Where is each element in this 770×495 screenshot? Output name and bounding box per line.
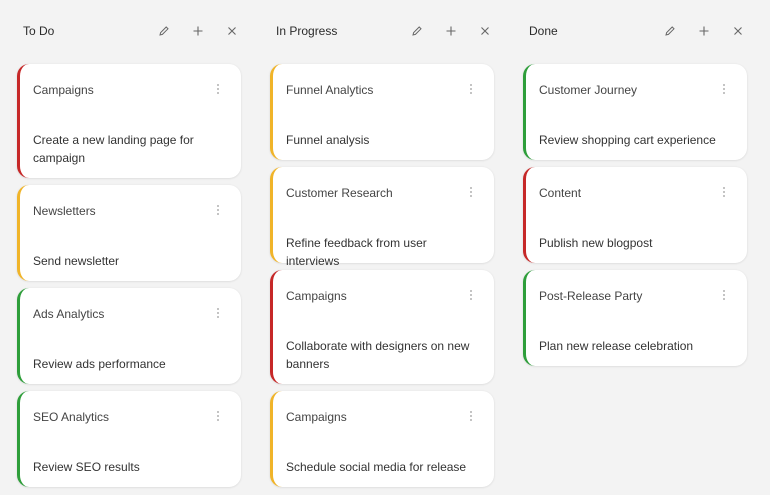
card-text: Review ads performance [33, 357, 166, 371]
more-vertical-icon [723, 84, 725, 94]
edit-column-button[interactable] [653, 17, 687, 45]
card-menu-button[interactable] [466, 185, 476, 199]
column-header: Done [529, 14, 755, 48]
card-menu-button[interactable] [466, 82, 476, 96]
card-text: Publish new blogpost [539, 236, 653, 250]
card-menu-button[interactable] [213, 203, 223, 217]
task-card[interactable]: Campaigns Collaborate with designers on … [270, 270, 494, 384]
card-menu-button[interactable] [466, 288, 476, 302]
card-category: Post-Release Party [539, 289, 643, 303]
column-title: Done [529, 24, 558, 38]
card-category: Funnel Analytics [286, 83, 374, 97]
close-icon [481, 27, 489, 35]
task-card[interactable]: Campaigns Schedule social media for rele… [270, 391, 494, 487]
card-category: Campaigns [33, 83, 94, 97]
card-text: Create a new landing page for campaign [33, 133, 194, 165]
card-menu-button[interactable] [719, 82, 729, 96]
card-menu-button[interactable] [213, 82, 223, 96]
card-menu-button[interactable] [719, 185, 729, 199]
card-text: Review shopping cart experience [539, 133, 716, 147]
remove-column-button[interactable] [215, 17, 249, 45]
task-card[interactable]: Post-Release Party Plan new release cele… [523, 270, 747, 366]
edit-column-button[interactable] [400, 17, 434, 45]
card-category: Customer Research [286, 186, 393, 200]
more-vertical-icon [470, 187, 472, 197]
more-vertical-icon [470, 411, 472, 421]
task-card[interactable]: Content Publish new blogpost [523, 167, 747, 263]
more-vertical-icon [723, 187, 725, 197]
card-category: Customer Journey [539, 83, 638, 97]
close-icon [734, 27, 742, 35]
remove-column-button[interactable] [468, 17, 502, 45]
more-vertical-icon [217, 308, 219, 318]
card-text: Review SEO results [33, 460, 140, 474]
pencil-icon [665, 26, 675, 36]
card-category: Campaigns [286, 410, 347, 424]
card-category: Content [539, 186, 582, 200]
card-category: Ads Analytics [33, 307, 105, 321]
plus-icon [699, 26, 709, 36]
close-icon [228, 27, 236, 35]
card-category: Newsletters [33, 204, 96, 218]
pencil-icon [159, 26, 169, 36]
task-card[interactable]: Newsletters Send newsletter [17, 185, 241, 281]
card-menu-button[interactable] [719, 288, 729, 302]
edit-column-button[interactable] [147, 17, 181, 45]
task-card[interactable]: Customer Journey Review shopping cart ex… [523, 64, 747, 160]
card-menu-button[interactable] [213, 409, 223, 423]
task-card[interactable]: Funnel Analytics Funnel analysis [270, 64, 494, 160]
plus-icon [193, 26, 203, 36]
card-text: Send newsletter [33, 254, 120, 268]
task-card[interactable]: SEO Analytics Review SEO results [17, 391, 241, 487]
add-card-button[interactable] [434, 17, 468, 45]
task-card[interactable]: Campaigns Create a new landing page for … [17, 64, 241, 178]
more-vertical-icon [217, 205, 219, 215]
pencil-icon [412, 26, 422, 36]
more-vertical-icon [470, 290, 472, 300]
more-vertical-icon [217, 84, 219, 94]
more-vertical-icon [470, 84, 472, 94]
card-text: Refine feedback from user interviews [286, 236, 427, 268]
task-card[interactable]: Customer Research Refine feedback from u… [270, 167, 494, 268]
card-text: Collaborate with designers on new banner… [286, 339, 470, 371]
column-title: To Do [23, 24, 55, 38]
card-category: SEO Analytics [33, 410, 110, 424]
column-title: In Progress [276, 24, 338, 38]
add-card-button[interactable] [181, 17, 215, 45]
more-vertical-icon [723, 290, 725, 300]
kanban-board: To Do Campaigns Create a new landing pag… [0, 0, 770, 495]
card-text: Plan new release celebration [539, 339, 694, 353]
column-header: In Progress [276, 14, 502, 48]
card-text: Schedule social media for release [286, 460, 467, 474]
card-text: Funnel analysis [286, 133, 370, 147]
more-vertical-icon [217, 411, 219, 421]
add-card-button[interactable] [687, 17, 721, 45]
card-menu-button[interactable] [213, 306, 223, 320]
card-menu-button[interactable] [466, 409, 476, 423]
plus-icon [446, 26, 456, 36]
task-card[interactable]: Ads Analytics Review ads performance [17, 288, 241, 384]
card-category: Campaigns [286, 289, 347, 303]
remove-column-button[interactable] [721, 17, 755, 45]
column-header: To Do [23, 14, 249, 48]
